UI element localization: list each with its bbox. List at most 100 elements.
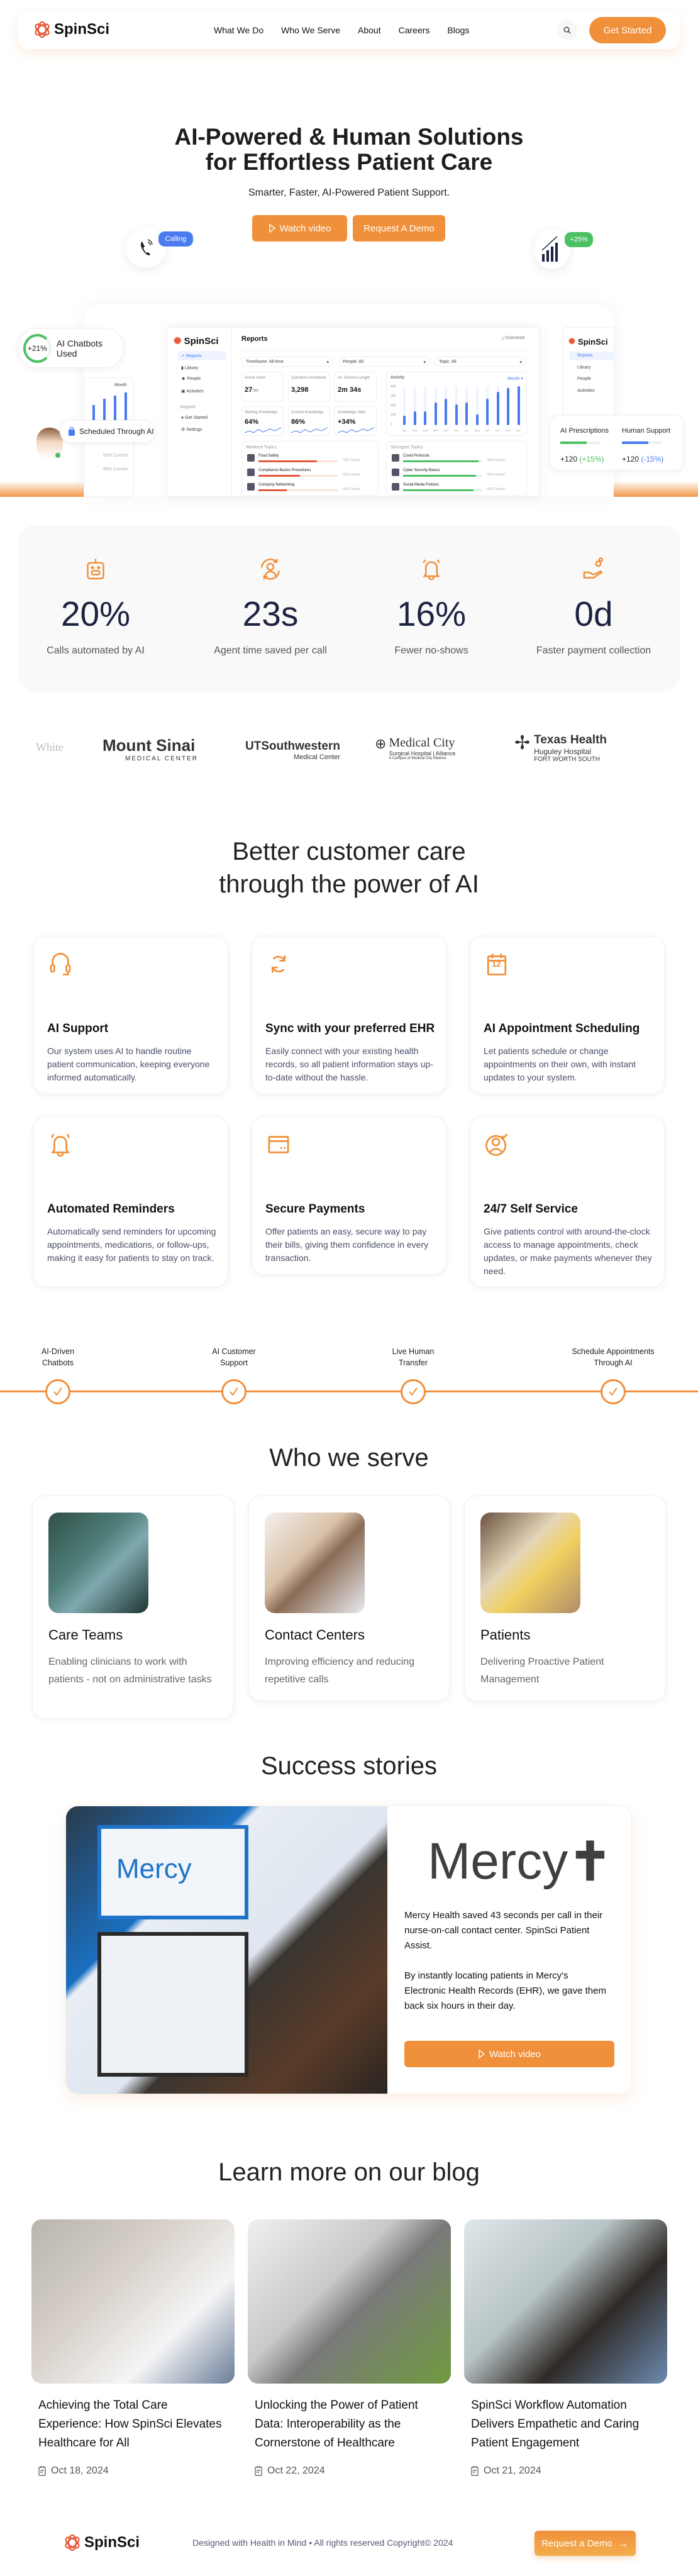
filter-label: Topic: All bbox=[439, 360, 457, 364]
dashboard-sidebar: ✺ SpinSci ↗ Reports ▮ Library ☻ People ▣ … bbox=[167, 328, 232, 497]
blog-post[interactable]: SpinSci Workflow Automation Delivers Emp… bbox=[464, 2219, 667, 2477]
date-text: Oct 22, 2024 bbox=[267, 2465, 325, 2476]
nav-about[interactable]: About bbox=[358, 25, 381, 35]
topic-bar-track bbox=[403, 489, 482, 491]
feature-card: 12 AI Appointment Scheduling Let patients … bbox=[470, 936, 665, 1094]
download-button[interactable]: ⤓ Download bbox=[502, 336, 524, 341]
stat-card: Active Users 27/80 bbox=[241, 372, 284, 402]
agent-cycle-icon bbox=[261, 558, 280, 580]
nav-blogs[interactable]: Blogs bbox=[447, 25, 469, 35]
bag-icon bbox=[69, 427, 75, 436]
knowledge-card: Knowledge Gain +34% bbox=[335, 406, 377, 436]
chatbots-used-pill: +21% AI Chatbots Used bbox=[18, 328, 124, 368]
blog-photo bbox=[31, 2219, 235, 2384]
filter-select[interactable]: Topic: All ▾ bbox=[435, 357, 526, 367]
month-label: OCT bbox=[495, 429, 501, 432]
play-icon bbox=[479, 2050, 485, 2058]
human-bar-track bbox=[622, 441, 662, 444]
dash-menu-get-started[interactable]: ● Get Started bbox=[181, 416, 208, 420]
y-tick: 200 bbox=[391, 404, 396, 408]
stat-label: Fewer no-shows bbox=[394, 645, 468, 656]
bell-icon bbox=[51, 1133, 70, 1157]
audience-card[interactable]: Care Teams Enabling clinicians to work wi… bbox=[32, 1496, 234, 1719]
growth-badge: +25% bbox=[565, 232, 593, 247]
blog-title[interactable]: Achieving the Total Care Experience: How… bbox=[38, 2396, 230, 2453]
caret-down-icon: ▾ bbox=[519, 360, 522, 365]
request-demo-label: Request a Demo bbox=[541, 2538, 612, 2549]
feature-title: Sync with your preferred EHR bbox=[265, 1022, 435, 1035]
medical-city-emblem-icon: ⊕ bbox=[375, 736, 387, 752]
label-line1: AI-Driven bbox=[41, 1347, 75, 1356]
support-heading: Support bbox=[180, 405, 196, 409]
watch-video-button[interactable]: Watch video bbox=[252, 215, 347, 242]
dash-menu-library[interactable]: ▮ Library bbox=[181, 365, 198, 370]
logo-name: Texas Health bbox=[534, 733, 607, 747]
dashboard-logo-text: SpinSci bbox=[184, 335, 219, 347]
label-line2: Chatbots bbox=[42, 1358, 74, 1367]
logo[interactable]: SpinSci bbox=[33, 20, 109, 39]
logo-sub: MEDICAL CENTER bbox=[125, 755, 198, 762]
blog-title[interactable]: Unlocking the Power of Patient Data: Int… bbox=[255, 2396, 446, 2453]
menu-label: People bbox=[187, 377, 201, 381]
stat-item: 0d Faster payment collection bbox=[506, 557, 682, 657]
activity-bar bbox=[496, 392, 499, 425]
audience-card[interactable]: Contact Centers Improving efficiency and … bbox=[248, 1496, 450, 1701]
activity-period-select[interactable]: Month ▾ bbox=[507, 376, 523, 381]
audience-title: Patients bbox=[480, 1627, 531, 1643]
logo-name: UTSouthwestern bbox=[245, 740, 340, 753]
divider bbox=[241, 350, 529, 351]
dash-menu-activities[interactable]: ▣ Activities bbox=[181, 389, 204, 394]
dash-menu-reports[interactable]: ↗ Reports bbox=[177, 351, 226, 360]
hero-subtitle: Smarter, Faster, AI-Powered Patient Supp… bbox=[248, 187, 450, 198]
topic-bar-fill bbox=[258, 489, 287, 491]
online-dot bbox=[55, 453, 60, 458]
filter-select[interactable]: Timeframe: All-time ▾ bbox=[241, 357, 333, 367]
footer-logo[interactable]: SpinSci bbox=[63, 2533, 140, 2552]
calendar-icon bbox=[38, 2466, 46, 2476]
get-started-button[interactable]: Get Started bbox=[589, 17, 666, 43]
stat-card: Av. Session Length 2m 34s bbox=[335, 372, 377, 402]
search-button[interactable] bbox=[557, 20, 577, 40]
topic-thumbnail bbox=[392, 454, 399, 462]
dash-menu-people[interactable]: ☻ People bbox=[181, 377, 201, 381]
back-card-period: Month bbox=[114, 383, 127, 387]
blog-title[interactable]: SpinSci Workflow Automation Delivers Emp… bbox=[471, 2396, 663, 2453]
knowledge-card: Starting Knowledge 64% bbox=[241, 406, 284, 436]
nav-careers[interactable]: Careers bbox=[399, 25, 430, 35]
request-demo-button[interactable]: Request A Demo bbox=[353, 215, 445, 242]
month-label: APR bbox=[433, 429, 438, 432]
filter-select[interactable]: People: All ▾ bbox=[338, 357, 430, 367]
dash-menu-settings[interactable]: ⚙ Settings bbox=[181, 427, 202, 432]
topic-bar-track bbox=[258, 489, 338, 491]
success-watch-video-button[interactable]: Watch video bbox=[404, 2041, 614, 2067]
blog-post[interactable]: Unlocking the Power of Patient Data: Int… bbox=[248, 2219, 451, 2477]
audience-photo bbox=[265, 1513, 365, 1613]
bell-icon bbox=[423, 559, 440, 580]
audience-desc: Delivering Proactive Patient Management bbox=[480, 1657, 604, 1685]
feature-card: Automated Reminders Automatically send re… bbox=[33, 1116, 228, 1287]
blog-post[interactable]: Achieving the Total Care Experience: How… bbox=[31, 2219, 235, 2477]
audience-card[interactable]: Patients Delivering Proactive Patient Man… bbox=[464, 1496, 666, 1701]
nav-who-we-serve[interactable]: Who We Serve bbox=[281, 25, 340, 35]
feature-desc: Give patients control with around-the-cl… bbox=[484, 1226, 652, 1276]
topic-thumbnail bbox=[247, 483, 255, 491]
blog-photo bbox=[464, 2219, 667, 2384]
activity-bar bbox=[434, 402, 437, 425]
footer-request-demo-button[interactable]: Request a Demo → bbox=[535, 2531, 636, 2556]
feature-card: 24/7 Self Service Give patients control w… bbox=[470, 1116, 665, 1287]
y-tick: 100 bbox=[391, 413, 396, 417]
month-label: DEC bbox=[516, 429, 521, 432]
feature-card: AI Support Our system uses AI to handle r… bbox=[33, 936, 228, 1094]
topic-thumbnail bbox=[392, 469, 399, 476]
stat-value: 16% bbox=[396, 594, 467, 633]
topic-pct: 95% Correct bbox=[487, 458, 505, 462]
value: +120 bbox=[560, 455, 578, 464]
topic-bar-fill bbox=[403, 489, 474, 491]
stat-label: Calls automated by AI bbox=[47, 645, 145, 656]
play-icon bbox=[269, 224, 275, 233]
check-icon bbox=[230, 1387, 238, 1396]
watch-video-label: Watch video bbox=[279, 223, 331, 234]
date-text: Oct 21, 2024 bbox=[484, 2465, 541, 2476]
topic-thumbnail bbox=[392, 483, 399, 491]
nav-what-we-do[interactable]: What We Do bbox=[214, 25, 263, 35]
